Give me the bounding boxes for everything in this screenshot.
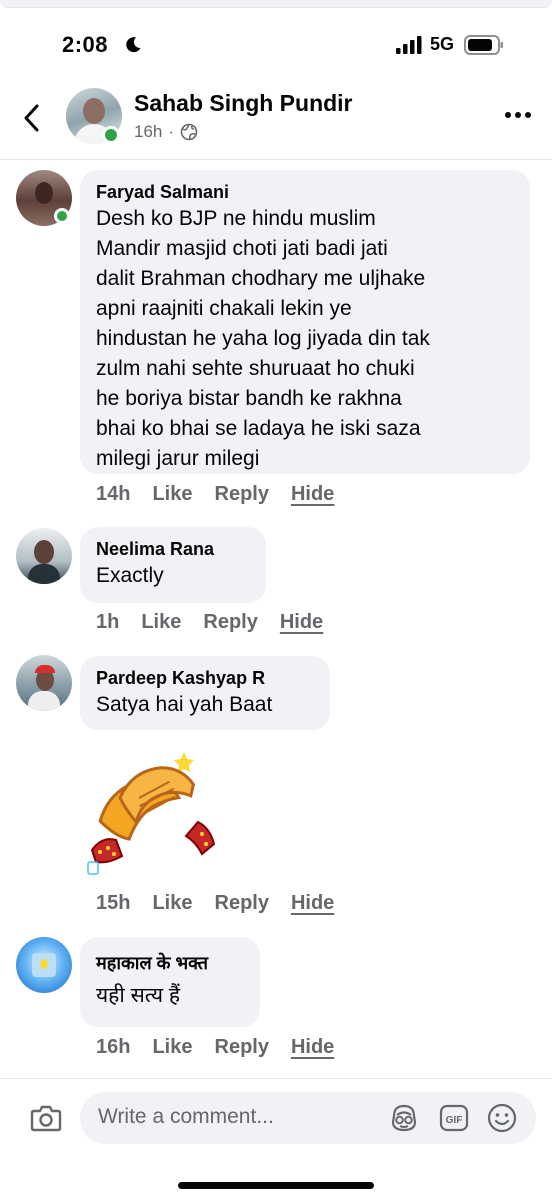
reply-button[interactable]: Reply	[215, 1036, 269, 1059]
hide-button[interactable]: Hide	[280, 611, 323, 634]
post-meta: 16h ·	[134, 122, 198, 142]
comment-bubble: Faryad Salmani Desh ko BJP ne hindu musl…	[80, 170, 530, 474]
comment-time: 1h	[96, 611, 120, 633]
commenter-avatar[interactable]	[16, 528, 72, 584]
post-header: Sahab Singh Pundir 16h ·	[0, 80, 552, 160]
comment-actions: 1h Like Reply Hide	[96, 611, 345, 634]
commenter-avatar[interactable]	[16, 937, 72, 993]
comment-text: यही सत्य हैं	[96, 984, 181, 1007]
hide-button[interactable]: Hide	[291, 483, 334, 506]
comment-time: 14h	[96, 483, 131, 505]
network-label: 5G	[430, 34, 455, 54]
comment-bubble: Neelima Rana Exactly	[80, 527, 266, 603]
camera-icon[interactable]	[30, 1104, 62, 1132]
like-button[interactable]: Like	[152, 892, 192, 915]
svg-text:GIF: GIF	[446, 1115, 463, 1126]
back-chevron-icon[interactable]	[18, 102, 46, 134]
previous-content-edge	[0, 0, 552, 8]
comment-actions: 15h Like Reply Hide	[96, 892, 356, 915]
composer-divider	[0, 1078, 552, 1079]
comment-text: Desh ko BJP ne hindu muslim Mandir masji…	[96, 207, 430, 470]
signal-bars-icon	[396, 36, 422, 54]
reply-button[interactable]: Reply	[203, 611, 257, 634]
status-time: 2:08	[62, 32, 109, 57]
post-time: 16h	[134, 122, 163, 141]
reply-button[interactable]: Reply	[215, 892, 269, 915]
hide-button[interactable]: Hide	[291, 892, 334, 915]
comment-author[interactable]: Neelima Rana	[96, 537, 250, 561]
comment-actions: 16h Like Reply Hide	[96, 1036, 356, 1059]
like-button[interactable]: Like	[152, 1036, 192, 1059]
like-button[interactable]: Like	[152, 483, 192, 506]
comment-text: Exactly	[96, 564, 164, 587]
comment-author[interactable]: Faryad Salmani	[96, 180, 514, 204]
comment-bubble: Pardeep Kashyap R Satya hai yah Baat	[80, 656, 330, 730]
comment-input-placeholder: Write a comment...	[98, 1105, 274, 1128]
comment-actions: 14h Like Reply Hide	[96, 483, 356, 506]
emoji-icon[interactable]	[486, 1102, 518, 1134]
moon-icon	[126, 37, 141, 53]
reply-button[interactable]: Reply	[215, 483, 269, 506]
comment-text: Satya hai yah Baat	[96, 693, 273, 716]
home-indicator[interactable]	[178, 1182, 374, 1189]
online-status-dot	[54, 208, 70, 224]
status-bar: 2:08 5G	[0, 20, 552, 70]
online-status-dot	[102, 126, 120, 144]
commenter-avatar[interactable]	[16, 655, 72, 711]
globe-icon	[180, 123, 198, 141]
hide-button[interactable]: Hide	[291, 1036, 334, 1059]
comment-author[interactable]: Pardeep Kashyap R	[96, 666, 314, 690]
comment-time: 16h	[96, 1036, 131, 1058]
gif-icon[interactable]: GIF	[438, 1102, 470, 1134]
more-options-icon[interactable]	[504, 110, 532, 120]
like-button[interactable]: Like	[141, 611, 181, 634]
avatar-sticker-icon[interactable]	[388, 1102, 420, 1134]
clapping-hands-sticker[interactable]	[86, 744, 222, 880]
meta-separator: ·	[168, 122, 175, 141]
battery-icon	[464, 35, 503, 55]
comment-time: 15h	[96, 892, 131, 914]
comment-input[interactable]: Write a comment... GIF	[80, 1092, 536, 1144]
comment-bubble: महाकाल के भक्त यही सत्य हैं	[80, 937, 260, 1027]
comment-author[interactable]: महाकाल के भक्त	[96, 951, 244, 975]
author-name[interactable]: Sahab Singh Pundir	[134, 90, 353, 117]
